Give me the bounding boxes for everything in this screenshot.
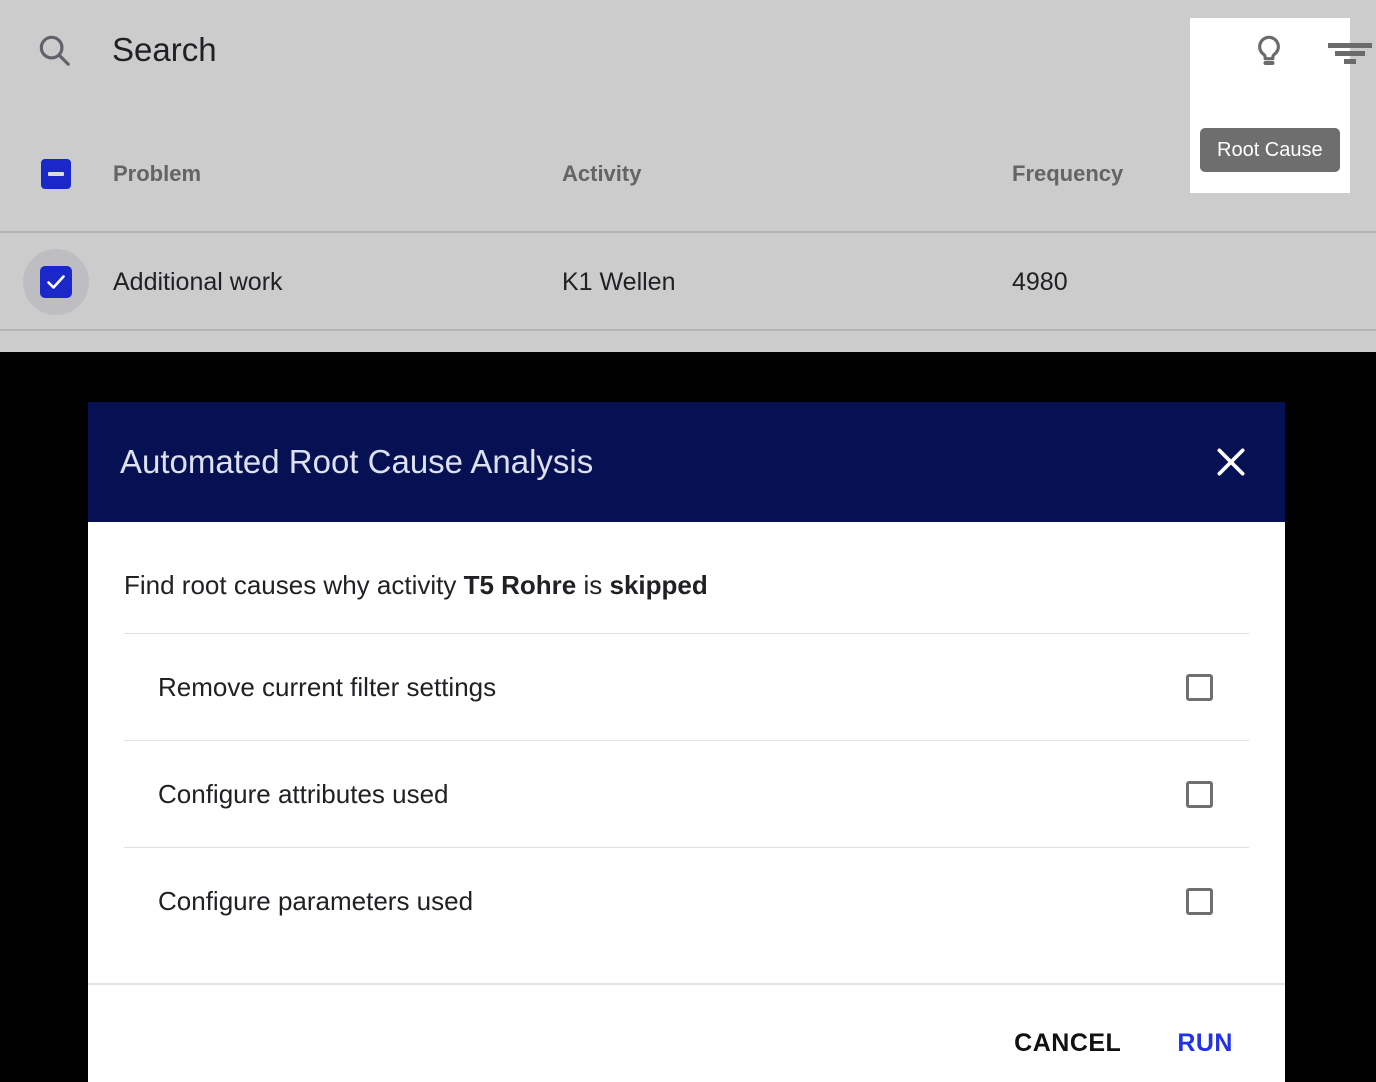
option-checkbox-remove-filter[interactable]	[1186, 673, 1213, 701]
column-header-problem[interactable]: Problem	[112, 161, 562, 187]
dialog-title: Automated Root Cause Analysis	[120, 443, 594, 480]
tooltip-root-cause: Root Cause	[1200, 128, 1340, 172]
question-middle: is	[576, 570, 610, 600]
dialog-header: Automated Root Cause Analysis	[88, 402, 1285, 522]
option-row-remove-filter[interactable]: Remove current filter settings	[124, 634, 1249, 740]
dialog-body: Find root causes why activity T5 Rohre i…	[88, 522, 1285, 954]
cell-problem: Additional work	[113, 267, 283, 296]
app-screen: Root Cause Problem Activity Frequency	[0, 0, 1376, 1082]
table-row-divider	[0, 329, 1376, 331]
table-row[interactable]: Additional work K1 Wellen 4980	[0, 233, 1376, 331]
row-checkbox-cell	[0, 249, 112, 315]
column-header-activity[interactable]: Activity	[562, 161, 1012, 187]
option-label: Configure attributes used	[158, 778, 449, 809]
cancel-button[interactable]: CANCEL	[986, 1015, 1149, 1072]
close-icon[interactable]	[1207, 438, 1255, 486]
root-cause-analysis-dialog: Automated Root Cause Analysis Find root …	[88, 402, 1285, 1082]
question-state: skipped	[609, 570, 708, 600]
option-row-configure-parameters[interactable]: Configure parameters used	[124, 848, 1249, 954]
dialog-footer: CANCEL RUN	[88, 983, 1285, 1082]
row-checkbox[interactable]	[40, 266, 72, 298]
indeterminate-dash-icon	[48, 172, 64, 176]
cell-activity: K1 Wellen	[562, 267, 676, 296]
search-icon	[34, 30, 74, 70]
dialog-question: Find root causes why activity T5 Rohre i…	[124, 522, 1249, 633]
run-button[interactable]: RUN	[1149, 1015, 1261, 1072]
option-checkbox-configure-parameters[interactable]	[1186, 887, 1213, 915]
question-activity: T5 Rohre	[463, 570, 577, 600]
option-row-configure-attributes[interactable]: Configure attributes used	[124, 741, 1249, 847]
select-all-checkbox-cell	[0, 159, 112, 189]
select-all-checkbox[interactable]	[41, 159, 71, 189]
filter-icon[interactable]	[1326, 32, 1374, 74]
results-table-panel: Root Cause Problem Activity Frequency	[0, 0, 1376, 352]
option-checkbox-configure-attributes[interactable]	[1186, 780, 1213, 808]
cell-frequency: 4980	[1012, 267, 1068, 296]
option-label: Configure parameters used	[158, 885, 474, 916]
option-label: Remove current filter settings	[158, 671, 497, 702]
search-bar	[0, 0, 1376, 100]
search-input[interactable]	[112, 31, 812, 69]
question-prefix: Find root causes why activity	[124, 570, 464, 600]
table-header-row: Problem Activity Frequency	[0, 132, 1376, 216]
lightbulb-icon[interactable]	[1245, 28, 1293, 76]
row-checkbox-ripple[interactable]	[23, 249, 89, 315]
